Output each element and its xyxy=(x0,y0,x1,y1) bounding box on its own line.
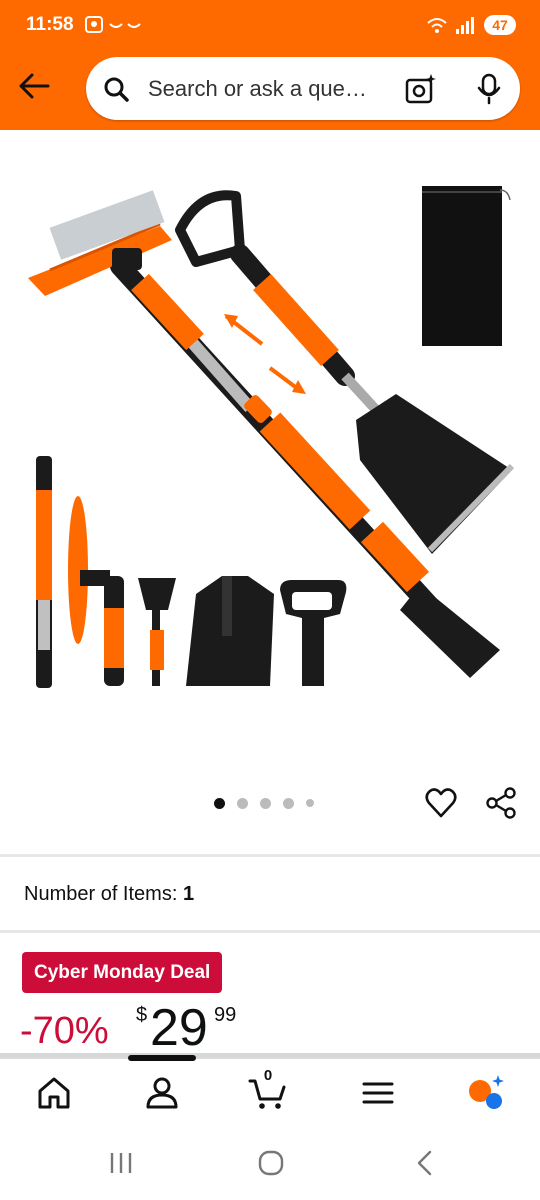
signal-icon xyxy=(427,17,474,34)
menu-icon[interactable] xyxy=(358,1073,398,1113)
recent-apps-icon[interactable] xyxy=(106,1150,136,1176)
carousel-dot[interactable] xyxy=(306,799,314,807)
status-time: 11:58 xyxy=(26,14,74,35)
snow-brush-shovel-product-image xyxy=(28,186,515,688)
heart-icon[interactable] xyxy=(424,786,458,820)
disassembled-parts-illustration xyxy=(36,456,347,688)
cart-count: 0 xyxy=(263,1067,273,1084)
notification-icons xyxy=(85,16,141,33)
cart-button[interactable]: 0 xyxy=(248,1067,288,1113)
carousel-dot[interactable] xyxy=(283,797,294,809)
app-header: 11:58 47 Search or ask a que… xyxy=(0,0,540,130)
section-divider xyxy=(0,854,540,857)
price-currency: $ xyxy=(136,1004,148,1026)
search-input[interactable]: Search or ask a que… xyxy=(148,76,367,102)
carousel-dot[interactable] xyxy=(214,797,225,809)
product-image-carousel[interactable] xyxy=(0,130,540,850)
storage-bag-illustration xyxy=(422,186,511,346)
account-icon[interactable] xyxy=(142,1073,182,1113)
nav-active-indicator xyxy=(128,1055,196,1061)
back-arrow-icon[interactable] xyxy=(16,68,52,104)
home-icon[interactable] xyxy=(34,1073,74,1113)
price-fraction: 99 xyxy=(214,1004,237,1026)
price-whole: 29 xyxy=(150,999,208,1057)
status-bar: 11:58 47 xyxy=(0,0,540,50)
camera-search-icon[interactable] xyxy=(404,72,438,106)
section-divider xyxy=(0,930,540,933)
number-of-items: Number of Items: 1 xyxy=(24,883,194,906)
system-nav-bar xyxy=(0,1130,540,1200)
number-of-items-value: 1 xyxy=(182,883,195,905)
system-back-icon[interactable] xyxy=(410,1148,440,1178)
deal-badge: Cyber Monday Deal xyxy=(22,952,223,993)
search-icon xyxy=(104,77,129,102)
number-of-items-label: Number of Items: xyxy=(24,883,178,905)
carousel-dots[interactable] xyxy=(214,796,314,810)
status-right: 47 xyxy=(416,13,516,37)
carousel-dot[interactable] xyxy=(260,797,271,809)
home-button-icon[interactable] xyxy=(256,1148,286,1178)
battery-icon: 47 xyxy=(484,15,516,35)
microphone-icon[interactable] xyxy=(472,72,506,106)
carousel-dot[interactable] xyxy=(237,797,248,809)
search-bar[interactable]: Search or ask a que… xyxy=(86,57,520,120)
discount-percentage: -70% xyxy=(20,1010,109,1052)
rufus-icon[interactable] xyxy=(466,1073,506,1113)
bottom-nav: 0 xyxy=(0,1055,540,1130)
share-icon[interactable] xyxy=(484,786,518,820)
